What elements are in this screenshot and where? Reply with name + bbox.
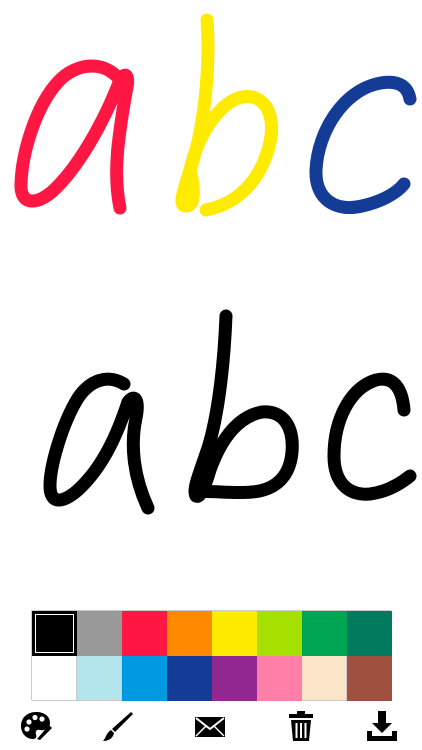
download-button[interactable] [362, 706, 402, 746]
color-swatch-8[interactable] [347, 611, 392, 656]
color-swatch-4[interactable] [167, 611, 212, 656]
color-swatch-3[interactable] [122, 611, 167, 656]
color-swatch-2[interactable] [77, 611, 122, 656]
stroke-black-a [43, 372, 155, 515]
color-swatch-12[interactable] [167, 656, 212, 701]
palette-button[interactable] [16, 706, 56, 746]
color-swatch-13[interactable] [212, 656, 257, 701]
color-palette [31, 610, 392, 701]
trash-icon [289, 711, 313, 741]
color-swatch-9[interactable] [32, 656, 77, 701]
color-swatch-16[interactable] [347, 656, 392, 701]
drawing-canvas[interactable] [0, 0, 422, 600]
bottom-toolbar [0, 702, 422, 750]
stroke-black-b [188, 309, 299, 503]
trash-button[interactable] [281, 706, 321, 746]
color-swatch-11[interactable] [122, 656, 167, 701]
brush-icon [103, 712, 133, 741]
email-button[interactable] [190, 706, 230, 746]
color-swatch-6[interactable] [257, 611, 302, 656]
brush-button[interactable] [98, 706, 138, 746]
color-swatch-5[interactable] [212, 611, 257, 656]
color-swatch-15[interactable] [302, 656, 347, 701]
color-swatch-10[interactable] [77, 656, 122, 701]
stroke-black-c [327, 372, 417, 501]
color-swatch-1[interactable] [32, 611, 77, 656]
color-swatch-14[interactable] [257, 656, 302, 701]
stroke-red-a [14, 59, 135, 215]
stroke-yellow-b [175, 13, 278, 217]
download-icon [367, 711, 397, 741]
color-swatch-7[interactable] [302, 611, 347, 656]
palette-icon [21, 712, 52, 740]
stroke-blue-c [309, 75, 417, 214]
envelope-icon [195, 717, 225, 737]
